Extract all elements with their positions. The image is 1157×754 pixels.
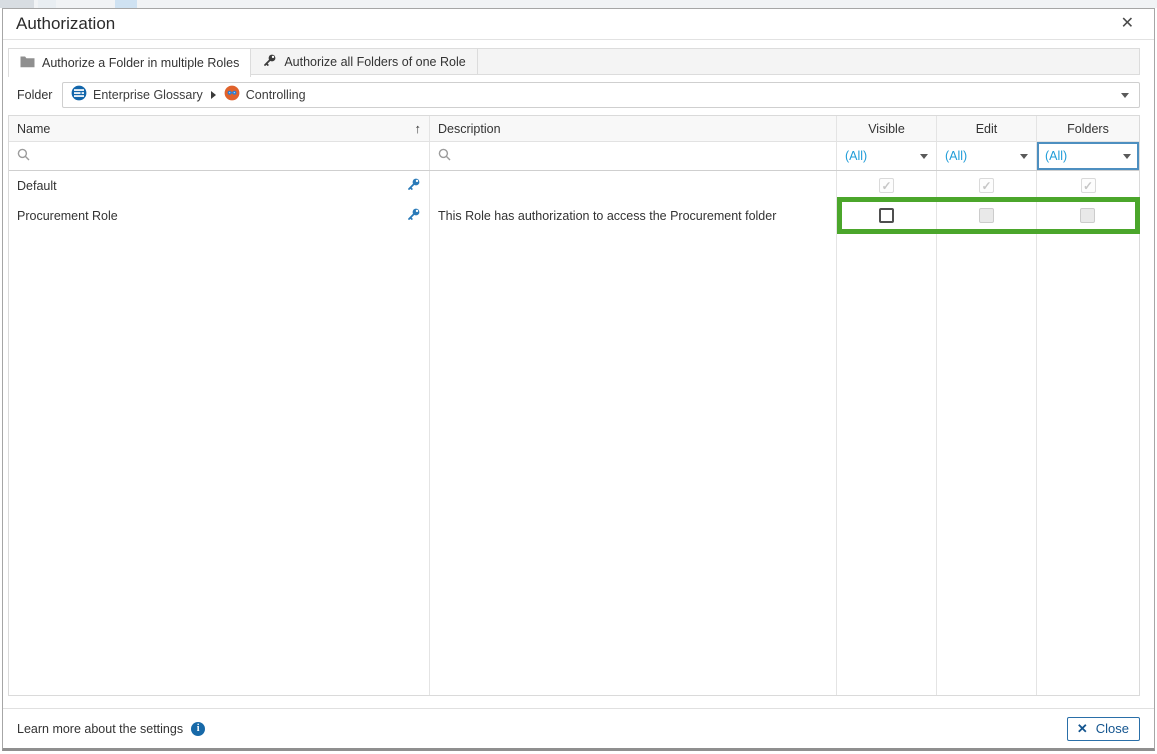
- table-empty-area: [9, 231, 1139, 695]
- key-icon: [262, 53, 277, 71]
- name-filter-input[interactable]: [36, 149, 421, 163]
- role-description-cell: This Role has authorization to access th…: [430, 200, 837, 231]
- close-x-icon: ✕: [1077, 722, 1088, 735]
- folder-icon: [20, 55, 35, 71]
- name-filter-cell: [9, 142, 430, 170]
- folders-filter-dropdown[interactable]: (All): [1037, 142, 1139, 170]
- background-page-sliver: [115, 0, 137, 8]
- dropdown-caret-icon: [1020, 154, 1028, 159]
- enterprise-glossary-icon: [71, 85, 87, 106]
- table-header-row: Name ↑ Description Visible Edit Folders: [9, 116, 1139, 142]
- dialog-close-icon[interactable]: ✕: [1117, 14, 1138, 34]
- controlling-folder-icon: [224, 85, 240, 106]
- dropdown-caret-icon: [920, 154, 928, 159]
- role-name-cell: Procurement Role: [9, 200, 430, 231]
- folders-checkbox: ✓: [1081, 178, 1096, 193]
- folders-cell: ✓: [1037, 171, 1139, 200]
- folder-picker-row: Folder Enterprise Glossary: [8, 82, 1140, 108]
- visible-checkbox: ✓: [879, 178, 894, 193]
- breadcrumb-current[interactable]: Controlling: [246, 88, 306, 102]
- role-name-cell: Default: [9, 171, 430, 200]
- role-description-cell: [430, 171, 837, 200]
- dialog-titlebar: Authorization ✕: [3, 9, 1154, 40]
- column-header-edit[interactable]: Edit: [937, 116, 1037, 141]
- empty-cell: [430, 231, 837, 695]
- edit-filter-dropdown[interactable]: (All): [937, 142, 1037, 170]
- roles-table: Name ↑ Description Visible Edit Folders: [8, 115, 1140, 696]
- edit-checkbox: [979, 208, 994, 223]
- authorization-dialog: Authorization ✕ Authorize a Folder in mu…: [2, 8, 1155, 751]
- visible-cell: [837, 200, 937, 231]
- dialog-footer: Learn more about the settings i ✕ Close: [3, 709, 1154, 748]
- breadcrumb-separator-icon: [211, 91, 216, 99]
- column-header-description[interactable]: Description: [430, 116, 837, 141]
- folders-checkbox: [1080, 208, 1095, 223]
- learn-more-text: Learn more about the settings i: [17, 722, 205, 736]
- close-button[interactable]: ✕ Close: [1067, 717, 1140, 741]
- folder-combobox[interactable]: Enterprise Glossary Controlling: [62, 82, 1140, 108]
- search-icon: [17, 148, 30, 164]
- tab-label: Authorize a Folder in multiple Roles: [42, 56, 239, 70]
- edit-cell: ✓: [937, 171, 1037, 200]
- tab-authorize-role[interactable]: Authorize all Folders of one Role: [251, 49, 477, 74]
- visible-filter-dropdown[interactable]: (All): [837, 142, 937, 170]
- table-row-default[interactable]: Default ✓ ✓: [9, 171, 1139, 200]
- description-filter-input[interactable]: [457, 149, 828, 163]
- combobox-caret-icon[interactable]: [1121, 93, 1129, 98]
- tab-bar: Authorize a Folder in multiple Roles Aut…: [8, 48, 1140, 75]
- column-header-visible[interactable]: Visible: [837, 116, 937, 141]
- info-icon[interactable]: i: [191, 722, 205, 736]
- visible-checkbox[interactable]: [879, 208, 894, 223]
- column-header-folders[interactable]: Folders: [1037, 116, 1139, 141]
- search-icon: [438, 148, 451, 164]
- description-filter-cell: [430, 142, 837, 170]
- folders-cell: [1037, 200, 1139, 231]
- tab-label: Authorize all Folders of one Role: [284, 55, 465, 69]
- edit-checkbox: ✓: [979, 178, 994, 193]
- dialog-content: Authorize a Folder in multiple Roles Aut…: [3, 40, 1154, 696]
- dropdown-caret-icon: [1123, 154, 1131, 159]
- empty-cell: [937, 231, 1037, 695]
- background-page-sliver: [38, 0, 56, 8]
- empty-cell: [837, 231, 937, 695]
- breadcrumb-root[interactable]: Enterprise Glossary: [93, 88, 203, 102]
- background-page-sliver: [0, 0, 34, 8]
- empty-cell: [9, 231, 430, 695]
- column-header-name[interactable]: Name ↑: [9, 116, 430, 141]
- visible-cell: ✓: [837, 171, 937, 200]
- filter-row: (All) (All) (All): [9, 142, 1139, 171]
- edit-cell: [937, 200, 1037, 231]
- table-row-procurement-role[interactable]: Procurement Role This Role has authoriza…: [9, 200, 1139, 231]
- empty-cell: [1037, 231, 1139, 695]
- background-page-strip: [0, 0, 1157, 8]
- folder-label: Folder: [8, 88, 62, 102]
- sort-ascending-icon[interactable]: ↑: [415, 121, 422, 136]
- tab-authorize-folder[interactable]: Authorize a Folder in multiple Roles: [8, 48, 251, 77]
- role-key-icon: [406, 177, 421, 195]
- role-key-icon: [406, 207, 421, 225]
- dialog-title: Authorization: [16, 14, 115, 34]
